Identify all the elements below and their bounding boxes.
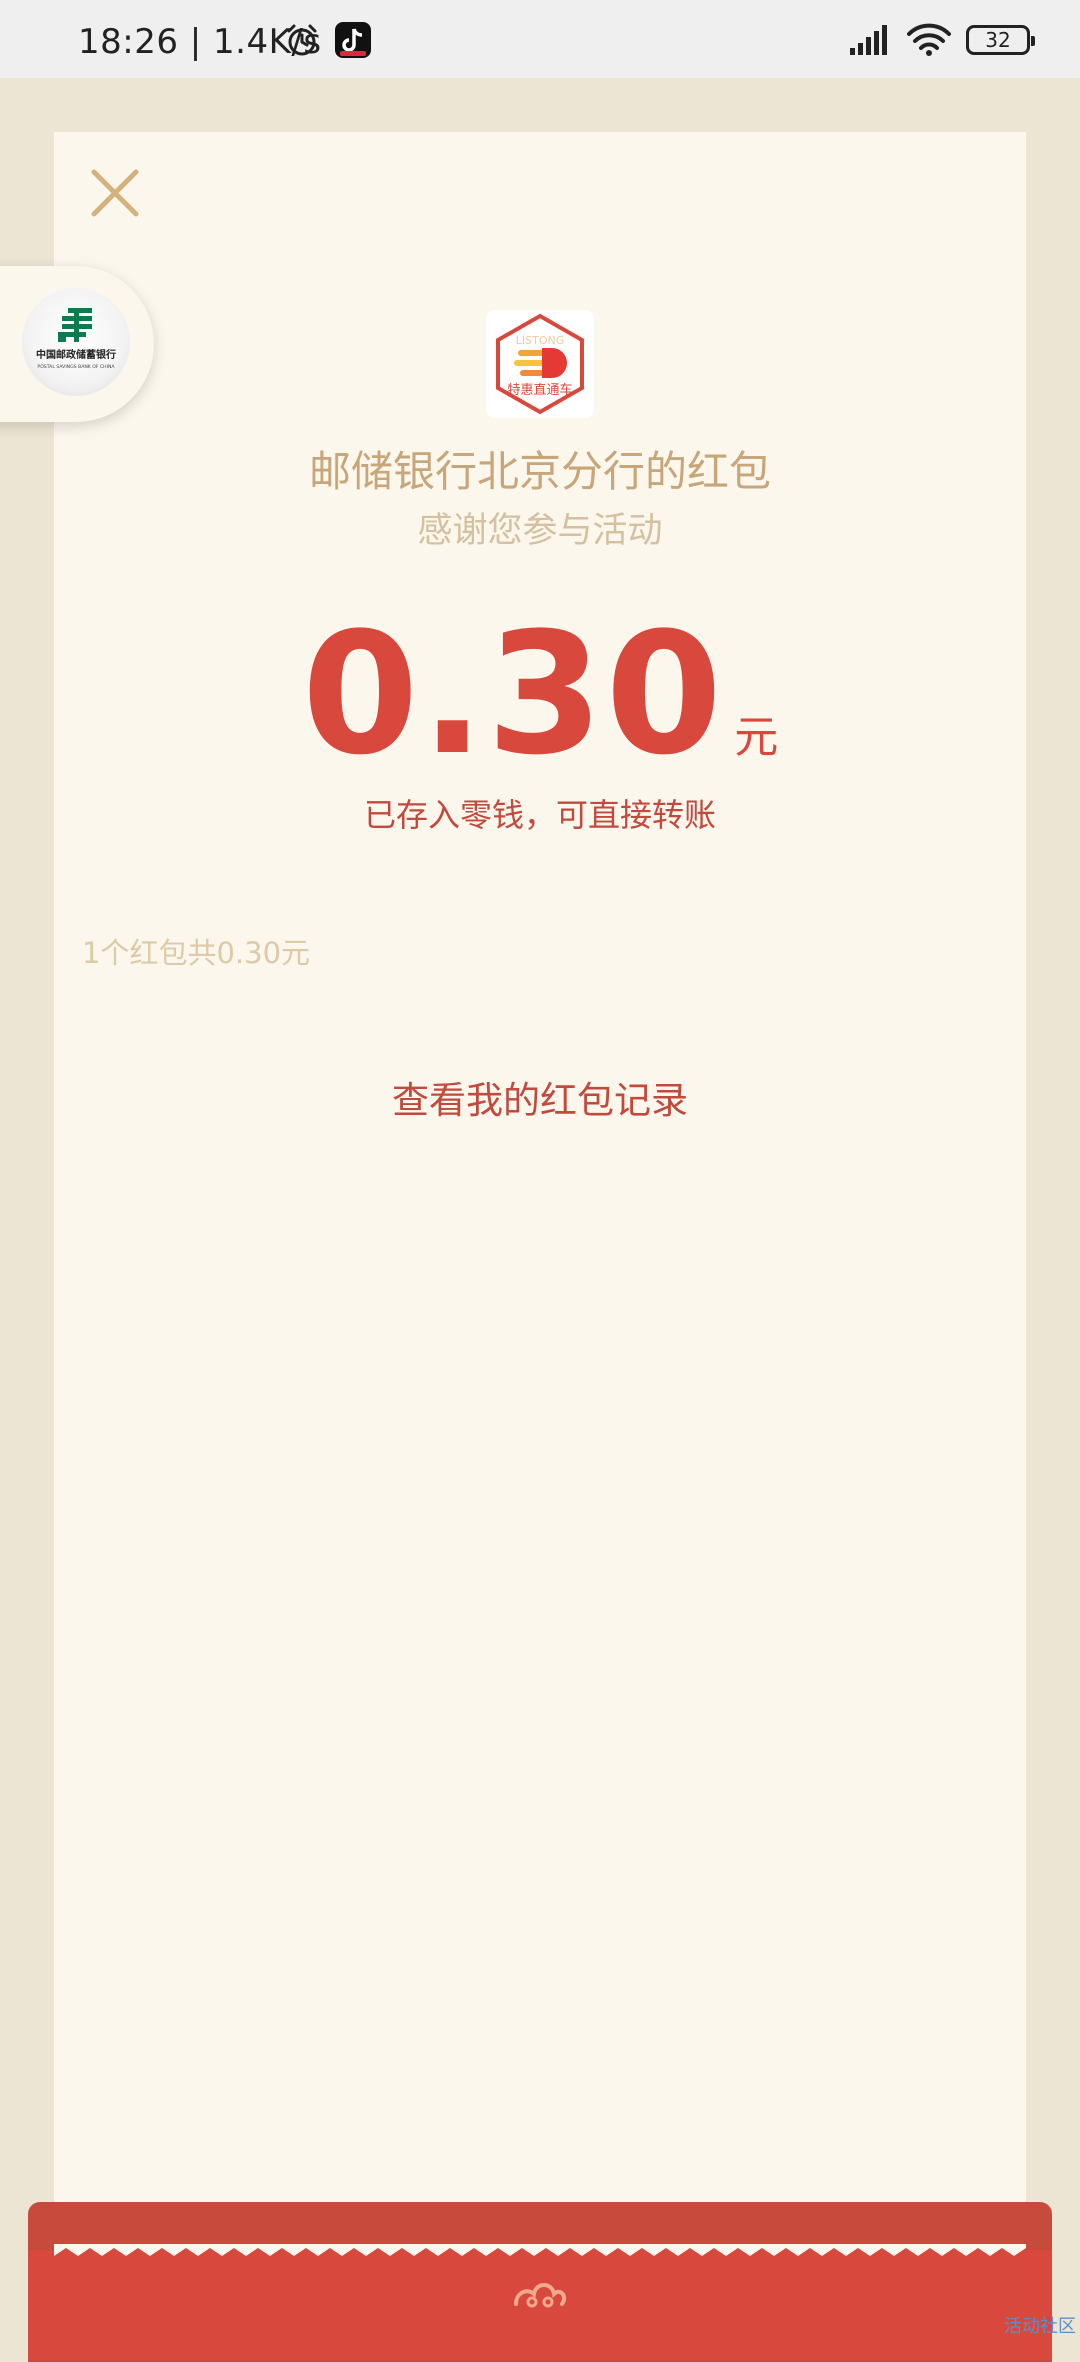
sender-name: 邮储银行北京分行的红包: [308, 447, 771, 496]
app-icon-label: 特惠直通车: [507, 382, 572, 398]
hexagon-badge-icon: LISTONG 特惠直通车: [496, 313, 584, 415]
zigzag-edge: [54, 2244, 1026, 2256]
currency-unit: 元: [734, 712, 779, 763]
bank-logo-en: POSTAL SAVINGS BANK OF CHINA: [37, 364, 115, 370]
app-icon-brand: LISTONG: [516, 334, 565, 347]
deposit-note: 已存入零钱，可直接转账: [363, 796, 716, 834]
battery-indicator: 32: [966, 25, 1035, 55]
view-records-link[interactable]: 查看我的红包记录: [0, 1070, 1080, 1124]
postal-savings-bank-logo: 中国邮政储蓄银行 POSTAL SAVINGS BANK OF CHINA: [36, 308, 116, 370]
bank-logo-avatar[interactable]: 中国邮政储蓄银行 POSTAL SAVINGS BANK OF CHINA: [22, 288, 130, 396]
bank-logo-cn: 中国邮政储蓄银行: [36, 348, 116, 361]
greeting-text: 感谢您参与活动: [417, 511, 663, 551]
activity-app-icon: LISTONG 特惠直通车: [486, 310, 594, 418]
status-bar: 18:26 | 1.4K/s 32: [0, 0, 1080, 78]
wifi-icon: [907, 23, 951, 56]
packet-summary: 1个红包共0.30元: [82, 936, 311, 970]
amount-display: 0.30 元: [0, 610, 1080, 778]
close-button[interactable]: [82, 160, 148, 226]
status-icons-right: 32: [848, 18, 1035, 62]
alarm-clock-icon: [287, 24, 317, 56]
watermark-text: 活动社区: [1004, 2316, 1076, 2337]
battery-level: 32: [985, 28, 1011, 52]
cloud-emblem-icon: [514, 2283, 567, 2308]
signal-icon: [850, 25, 887, 55]
amount-value: 0.30: [301, 596, 725, 792]
status-icons-left: [284, 18, 372, 62]
close-icon: [91, 169, 139, 217]
tiktok-app-icon: [335, 22, 371, 58]
